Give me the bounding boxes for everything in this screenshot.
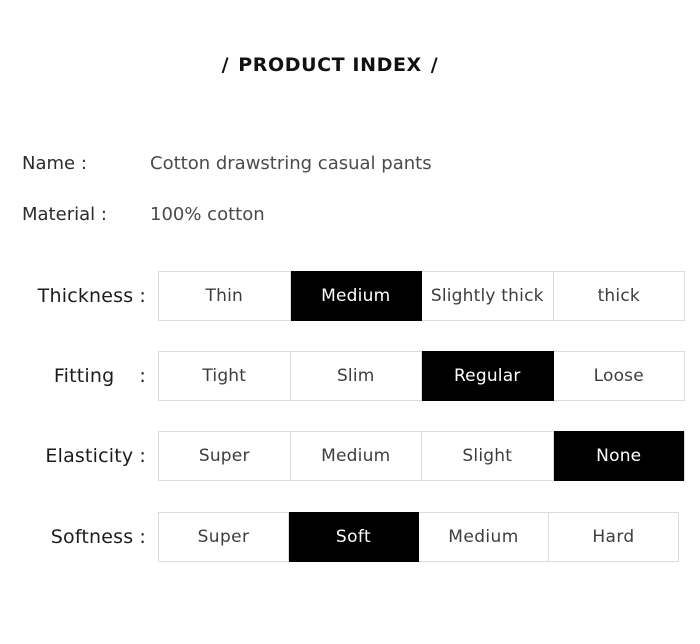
thickness-options: Thin Medium Slightly thick thick (158, 271, 685, 321)
elasticity-label-text: Elasticity (45, 445, 134, 467)
attribute-row-thickness: Thickness: Thin Medium Slightly thick th… (0, 271, 700, 321)
thickness-label-text: Thickness (37, 285, 134, 307)
info-row-material: Material : 100% cotton (0, 204, 700, 230)
fitting-option-regular[interactable]: Regular (422, 351, 554, 401)
title-text: PRODUCT INDEX (238, 54, 422, 76)
attribute-row-softness: Softness: Super Soft Medium Hard (0, 512, 700, 562)
fitting-option-slim[interactable]: Slim (291, 352, 422, 400)
thickness-option-medium[interactable]: Medium (290, 271, 422, 321)
elasticity-options: Super Medium Slight None (158, 431, 685, 481)
name-label: Name : (22, 153, 87, 174)
softness-options: Super Soft Medium Hard (158, 512, 679, 562)
elasticity-option-super[interactable]: Super (159, 432, 291, 480)
softness-option-soft[interactable]: Soft (289, 512, 419, 562)
elasticity-option-slight[interactable]: Slight (422, 432, 554, 480)
elasticity-label-colon: : (139, 445, 146, 467)
softness-label-colon: : (139, 526, 146, 548)
thickness-label-colon: : (139, 285, 146, 307)
title-slash-left: / (221, 54, 230, 76)
name-value: Cotton drawstring casual pants (150, 153, 432, 174)
elasticity-option-none[interactable]: None (553, 431, 684, 481)
fitting-option-loose[interactable]: Loose (554, 352, 685, 400)
page-header: / PRODUCT INDEX / (0, 54, 700, 76)
info-row-name: Name : Cotton drawstring casual pants (0, 153, 700, 179)
material-value: 100% cotton (150, 204, 265, 225)
fitting-option-tight[interactable]: Tight (159, 352, 291, 400)
softness-label: Softness: (0, 512, 146, 562)
title-slash-right: / (430, 54, 439, 76)
softness-option-medium[interactable]: Medium (419, 513, 549, 561)
thickness-option-slightly-thick[interactable]: Slightly thick (422, 272, 554, 320)
softness-option-super[interactable]: Super (159, 513, 289, 561)
fitting-label-colon: : (139, 365, 146, 387)
thickness-label: Thickness: (0, 271, 146, 321)
elasticity-option-medium[interactable]: Medium (291, 432, 422, 480)
elasticity-label: Elasticity: (0, 431, 146, 481)
attribute-row-fitting: Fitting: Tight Slim Regular Loose (0, 351, 700, 401)
thickness-option-thin[interactable]: Thin (159, 272, 291, 320)
material-label: Material : (22, 204, 107, 225)
fitting-label: Fitting: (0, 351, 146, 401)
page-title: / PRODUCT INDEX / (213, 54, 448, 76)
fitting-label-text: Fitting (53, 365, 115, 387)
fitting-options: Tight Slim Regular Loose (158, 351, 685, 401)
thickness-option-thick[interactable]: thick (554, 272, 685, 320)
attribute-row-elasticity: Elasticity: Super Medium Slight None (0, 431, 700, 481)
softness-label-text: Softness (50, 526, 134, 548)
softness-option-hard[interactable]: Hard (549, 513, 678, 561)
